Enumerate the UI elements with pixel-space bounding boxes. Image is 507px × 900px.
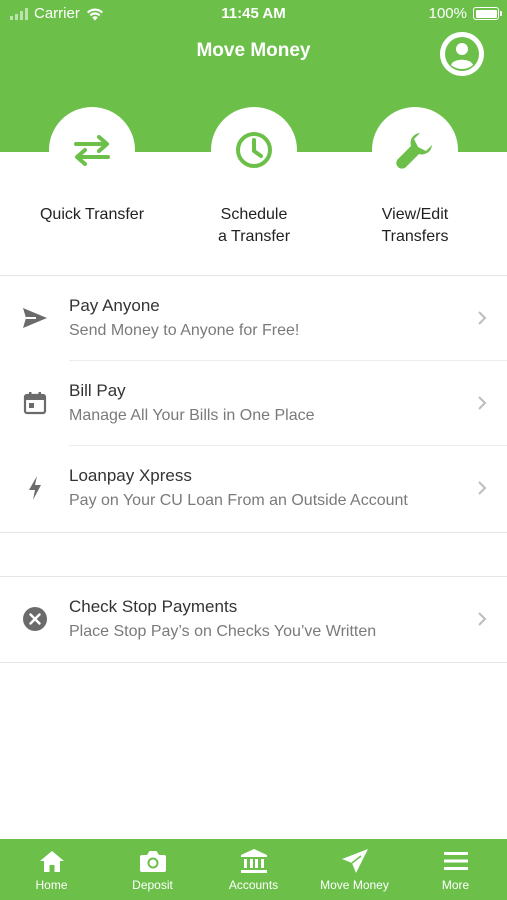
list-item-bill-pay[interactable]: Bill Pay Manage All Your Bills in One Pl… bbox=[0, 361, 507, 446]
cancel-circle-icon bbox=[23, 607, 47, 631]
chevron-right-icon bbox=[478, 481, 487, 495]
send-icon bbox=[23, 308, 47, 328]
lightning-icon bbox=[29, 476, 41, 500]
tab-home[interactable]: Home bbox=[1, 839, 102, 900]
tab-label: Deposit bbox=[132, 878, 173, 892]
swap-arrows-icon bbox=[74, 135, 110, 166]
list-item-subtitle: Send Money to Anyone for Free! bbox=[69, 322, 300, 339]
tab-label: Accounts bbox=[228, 878, 279, 892]
list-item-subtitle: Place Stop Pay’s on Checks You’ve Writte… bbox=[69, 623, 377, 640]
tab-label: Home bbox=[35, 878, 68, 892]
status-bar: Carrier 11:45 AM 100% bbox=[0, 0, 507, 28]
tab-label: More bbox=[441, 878, 470, 892]
tab-bar: Home Deposit Accounts Move Money More bbox=[0, 839, 507, 900]
list-item-title: Check Stop Payments bbox=[69, 597, 238, 616]
tab-more[interactable]: More bbox=[405, 839, 506, 900]
schedule-transfer-label: Schedule a Transfer bbox=[217, 206, 291, 245]
chevron-right-icon bbox=[478, 311, 487, 325]
bank-icon bbox=[240, 849, 267, 873]
tab-move-money[interactable]: Move Money bbox=[304, 839, 405, 900]
tab-accounts[interactable]: Accounts bbox=[203, 839, 304, 900]
list-item-title: Bill Pay bbox=[69, 381, 126, 400]
quick-transfer-button[interactable]: Quick Transfer bbox=[7, 107, 177, 226]
list-item-subtitle: Pay on Your CU Loan From an Outside Acco… bbox=[69, 492, 408, 509]
divider bbox=[0, 662, 507, 663]
list-item-loanpay-xpress[interactable]: Loanpay Xpress Pay on Your CU Loan From … bbox=[0, 446, 507, 531]
calendar-icon bbox=[23, 392, 47, 415]
view-edit-transfers-label: View/Edit Transfers bbox=[381, 206, 449, 245]
battery-icon bbox=[473, 7, 502, 20]
send-icon bbox=[341, 849, 368, 873]
clock-icon bbox=[236, 132, 272, 168]
list-item-check-stop-payments[interactable]: Check Stop Payments Place Stop Pay’s on … bbox=[0, 577, 507, 662]
view-edit-transfers-button[interactable]: View/Edit Transfers bbox=[330, 107, 500, 248]
chevron-right-icon bbox=[478, 396, 487, 410]
list-item-pay-anyone[interactable]: Pay Anyone Send Money to Anyone for Free… bbox=[0, 276, 507, 361]
page-title: Move Money bbox=[196, 40, 311, 61]
tab-deposit[interactable]: Deposit bbox=[102, 839, 203, 900]
user-avatar-icon bbox=[440, 32, 484, 76]
list-item-subtitle: Manage All Your Bills in One Place bbox=[69, 407, 315, 424]
wrench-icon bbox=[396, 133, 432, 169]
chevron-right-icon bbox=[478, 612, 487, 626]
home-icon bbox=[39, 851, 64, 872]
list-item-title: Loanpay Xpress bbox=[69, 466, 192, 485]
tab-label: Move Money bbox=[320, 878, 389, 892]
schedule-transfer-button[interactable]: Schedule a Transfer bbox=[169, 107, 339, 248]
battery-percent: 100% bbox=[428, 5, 467, 22]
menu-icon bbox=[443, 852, 468, 870]
list-item-title: Pay Anyone bbox=[69, 296, 160, 315]
divider bbox=[0, 532, 507, 533]
quick-transfer-label: Quick Transfer bbox=[39, 206, 145, 223]
camera-icon bbox=[139, 851, 166, 872]
profile-button[interactable] bbox=[440, 32, 484, 76]
